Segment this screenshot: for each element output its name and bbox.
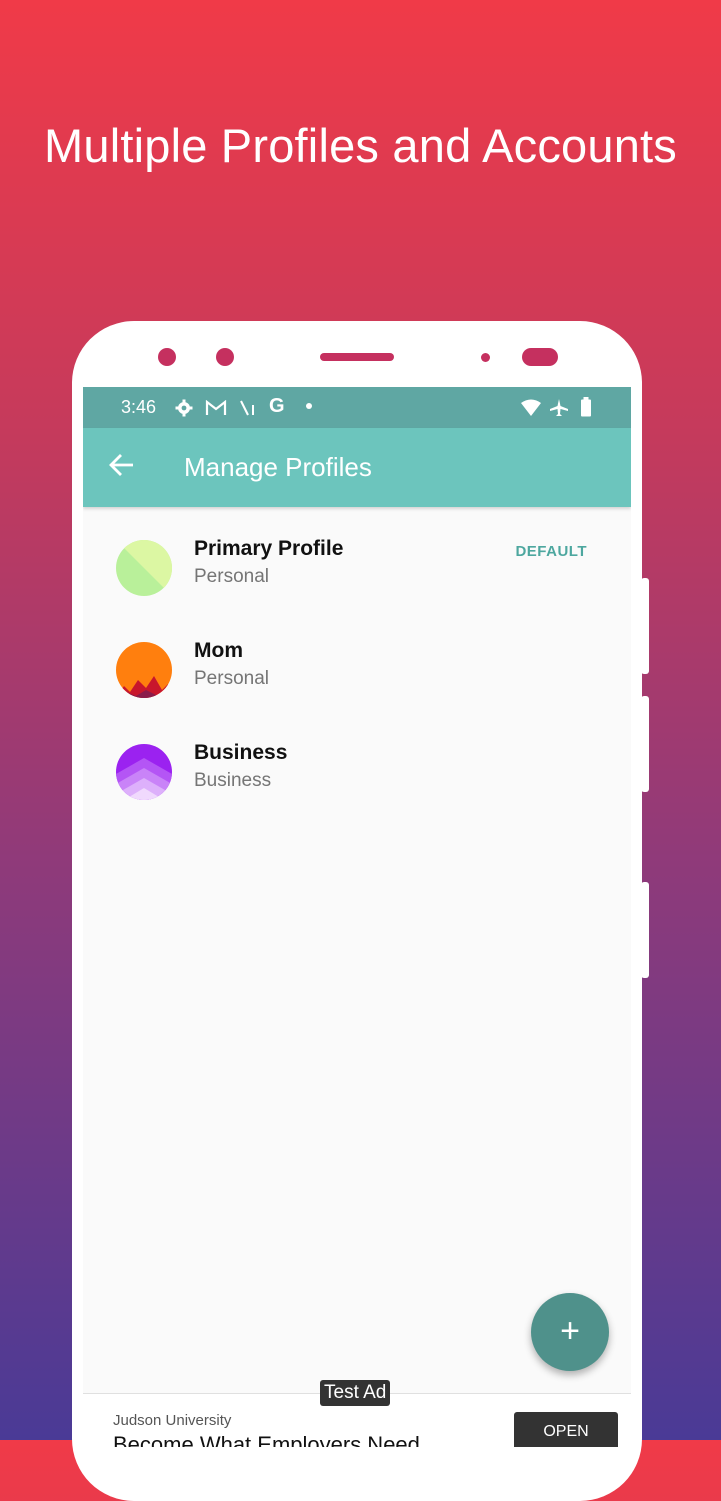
add-profile-button[interactable]: +: [531, 1293, 609, 1371]
signal-off-icon: [240, 400, 254, 416]
ad-banner[interactable]: Test Ad Judson University Become What Em…: [83, 1380, 631, 1447]
wifi-icon: [521, 399, 541, 416]
airplane-icon: [550, 399, 568, 416]
phone-sensor-dot: [481, 353, 490, 362]
phone-camera-dot: [216, 348, 234, 366]
battery-icon: [581, 397, 591, 417]
profile-type: Personal: [194, 668, 269, 689]
profile-row[interactable]: Primary Profile Personal DEFAULT: [83, 531, 631, 623]
profile-name: Primary Profile: [194, 537, 344, 560]
phone-side-button: [641, 578, 649, 674]
arrow-back-icon[interactable]: [107, 450, 137, 480]
profile-avatar: [116, 642, 172, 698]
settings-icon: [175, 399, 193, 417]
profile-row[interactable]: Business Business: [83, 735, 631, 827]
add-icon: +: [560, 1312, 580, 1350]
profile-avatar: [116, 744, 172, 800]
profile-type: Business: [194, 770, 272, 791]
page-title: Manage Profiles: [184, 452, 372, 482]
status-time: 3:46: [121, 397, 157, 417]
profile-row[interactable]: Mom Personal: [83, 633, 631, 725]
ad-open-button[interactable]: OPEN: [514, 1412, 618, 1447]
profile-name: Business: [194, 741, 288, 764]
profile-name: Mom: [194, 639, 243, 662]
promo-headline: Multiple Profiles and Accounts: [44, 119, 677, 172]
phone-camera-dot: [158, 348, 176, 366]
gmail-icon: [205, 400, 227, 415]
profile-type: Personal: [194, 566, 269, 587]
dot-icon: [306, 403, 312, 409]
status-bar: 3:46 G: [83, 387, 631, 428]
default-badge: DEFAULT: [515, 543, 587, 560]
ad-advertiser: Judson University: [113, 1412, 232, 1429]
phone-speaker: [320, 353, 394, 361]
profile-avatar: [116, 540, 172, 596]
test-ad-tag: Test Ad: [320, 1380, 391, 1406]
phone-sensor-pill: [522, 348, 558, 366]
app-bar: Manage Profiles: [83, 428, 631, 507]
phone-side-button: [641, 696, 649, 792]
phone-side-button: [641, 882, 649, 978]
google-icon: G: [269, 395, 285, 417]
phone-screen: 3:46 G Manage Profiles Primary Profile P…: [83, 387, 631, 1447]
